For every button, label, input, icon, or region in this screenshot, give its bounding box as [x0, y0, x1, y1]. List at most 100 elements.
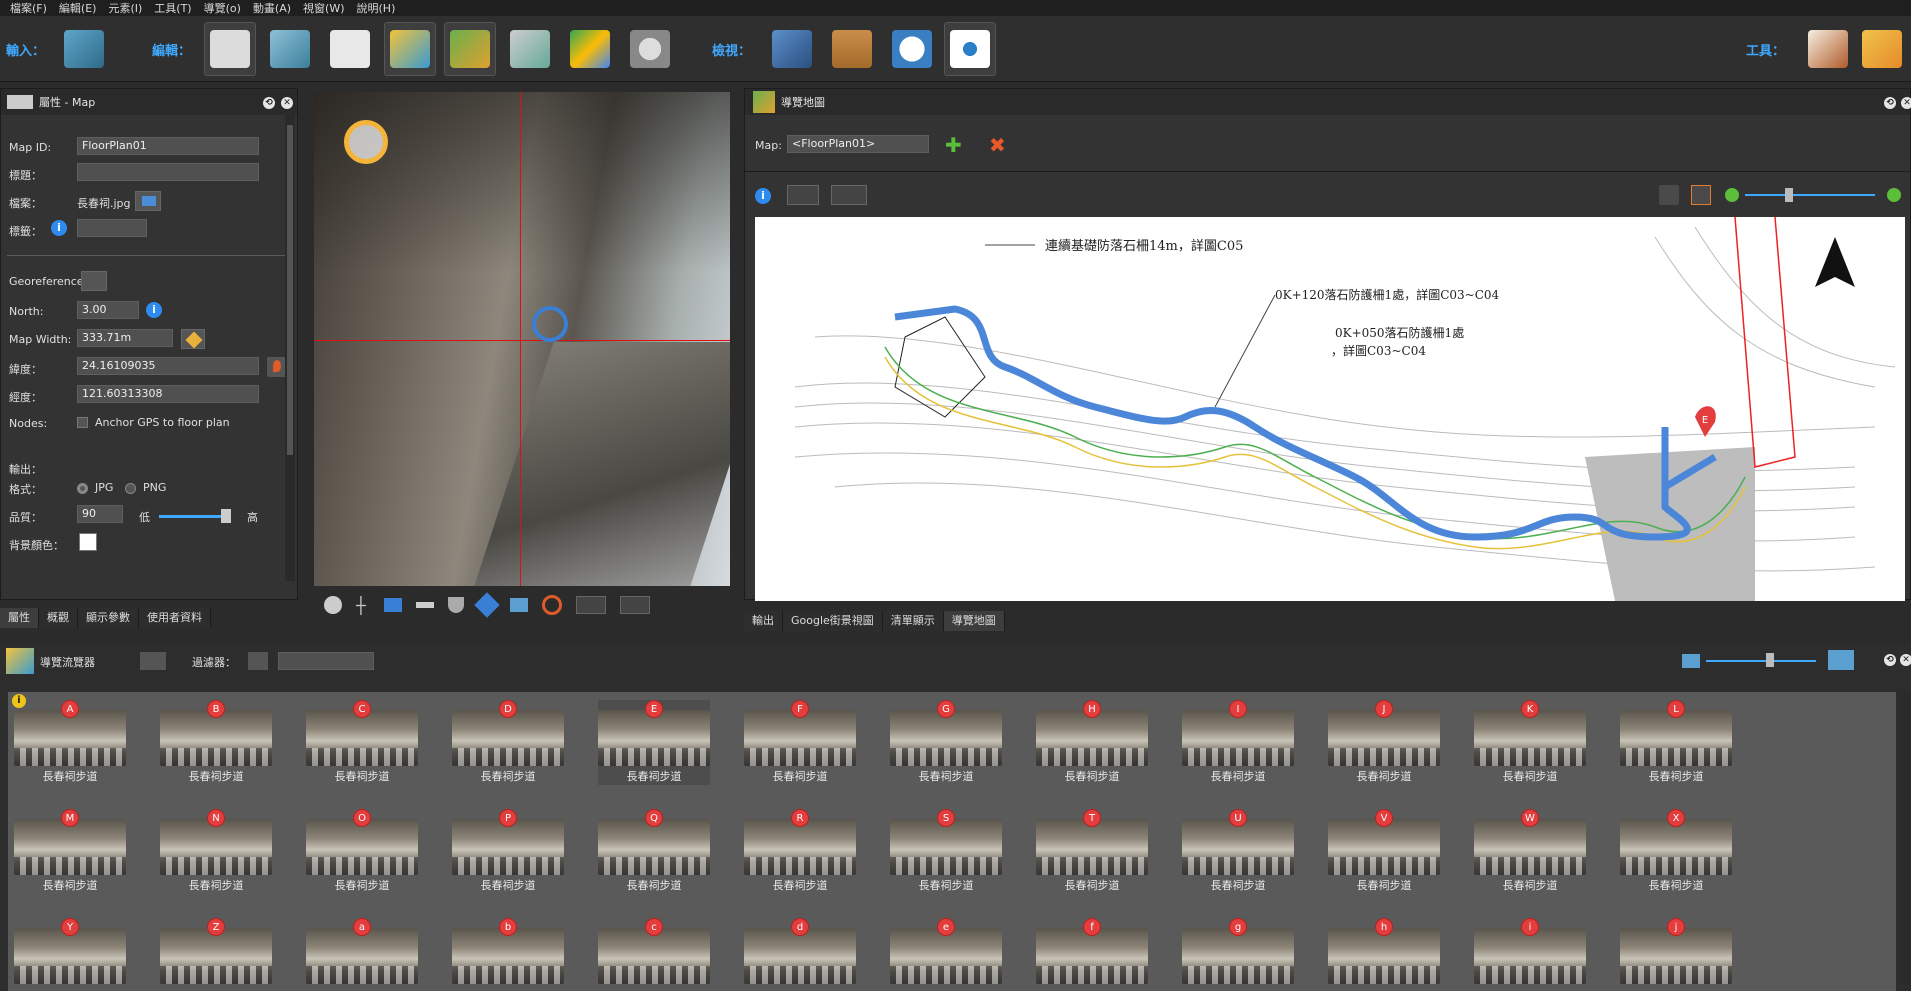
tag-select[interactable] [77, 219, 147, 237]
panorama-thumbnail[interactable]: a [306, 918, 418, 991]
zoom-in-icon[interactable] [1887, 188, 1901, 202]
panorama-thumbnail[interactable]: F 長春祠步道 [744, 700, 856, 785]
location-pin-button[interactable] [267, 357, 287, 377]
pencil-button[interactable] [181, 329, 205, 349]
open-file-button[interactable] [135, 191, 161, 211]
star-button[interactable] [831, 185, 867, 205]
north-info-icon[interactable]: i [146, 302, 162, 318]
panorama-thumbnail[interactable]: X 長春祠步道 [1620, 809, 1732, 894]
tag-info-icon[interactable]: i [51, 220, 67, 236]
map-select[interactable]: <FloorPlan01> [787, 135, 929, 153]
quality-field[interactable]: 90 [77, 505, 123, 523]
menu-item[interactable]: 說明(H) [353, 0, 400, 16]
plus-cross-icon[interactable]: ┼ [356, 596, 370, 615]
tab-overview[interactable]: 概觀 [39, 608, 78, 628]
map-close-icon[interactable]: ✕ [1901, 97, 1911, 109]
tab-tour-map[interactable]: 導覽地圖 [943, 611, 1005, 631]
zoom-slider[interactable] [1745, 194, 1875, 196]
zoom-out-icon[interactable] [1725, 188, 1739, 202]
panorama-thumbnail[interactable]: T 長春祠步道 [1036, 809, 1148, 894]
menu-item[interactable]: 工具(T) [150, 0, 195, 16]
panorama-thumbnail[interactable]: Z [160, 918, 272, 991]
panorama-thumbnail[interactable]: h [1328, 918, 1440, 991]
panorama-thumbnail[interactable]: W 長春祠步道 [1474, 809, 1586, 894]
map-button[interactable] [444, 22, 496, 76]
panorama-thumbnail[interactable]: K 長春祠步道 [1474, 700, 1586, 785]
panorama-thumbnail[interactable]: c [598, 918, 710, 991]
preview-button[interactable] [944, 22, 996, 76]
menu-item[interactable]: 元素(I) [104, 0, 146, 16]
compass-icon[interactable] [324, 596, 342, 614]
panorama-thumbnail[interactable]: j [1620, 918, 1732, 991]
floor-plan-canvas[interactable]: E 連續基礎防落石柵14m，詳圖C05 0K+120落石防護柵1處，詳圖C03~… [755, 217, 1905, 601]
panorama-thumbnail[interactable]: S 長春祠步道 [890, 809, 1002, 894]
menu-item[interactable]: 檔案(F) [6, 0, 51, 16]
tools-map-button[interactable] [1802, 22, 1854, 76]
map-width-field[interactable]: 333.71m [77, 329, 173, 347]
panorama-thumbnail[interactable]: Q 長春祠步道 [598, 809, 710, 894]
panorama-thumbnail[interactable]: I 長春祠步道 [1182, 700, 1294, 785]
background-color-swatch[interactable] [79, 533, 97, 551]
adjust-button[interactable] [204, 22, 256, 76]
jpg-radio[interactable] [77, 483, 88, 494]
map-restore-icon[interactable]: ⟲ [1884, 97, 1896, 109]
panorama-small-icon[interactable] [510, 598, 528, 612]
panorama-thumbnail[interactable]: g [1182, 918, 1294, 991]
fit-screen-button[interactable] [1691, 185, 1711, 205]
panorama-thumbnail[interactable]: C 長春祠步道 [306, 700, 418, 785]
import-panorama-button[interactable] [58, 22, 110, 76]
target-icon[interactable] [542, 595, 562, 615]
user-card-button[interactable] [324, 22, 376, 76]
panorama-thumbnail[interactable]: b [452, 918, 564, 991]
menu-item[interactable]: 導覽(o) [200, 0, 245, 16]
slider-icon[interactable] [416, 602, 434, 608]
panorama-thumbnail[interactable]: f [1036, 918, 1148, 991]
map-info-icon[interactable]: i [755, 188, 771, 204]
tab-output[interactable]: 輸出 [744, 611, 783, 631]
panorama-thumbnail[interactable]: M 長春祠步道 [14, 809, 126, 894]
panorama-edit-button[interactable] [264, 22, 316, 76]
tab-properties[interactable]: 屬性 [0, 608, 39, 628]
panorama-thumbnail[interactable]: D 長春祠步道 [452, 700, 564, 785]
center-target-icon[interactable] [532, 306, 568, 342]
quality-slider-handle[interactable] [221, 509, 231, 523]
panorama-thumbnail[interactable]: A 長春祠步道 [14, 700, 126, 785]
restore-icon[interactable]: ⟲ [263, 97, 275, 109]
panorama-thumbnail[interactable]: U 長春祠步道 [1182, 809, 1294, 894]
properties-scrollbar[interactable] [285, 115, 295, 581]
panorama-thumbnail[interactable]: R 長春祠步道 [744, 809, 856, 894]
longitude-field[interactable]: 121.60313308 [77, 385, 259, 403]
clipboard-button[interactable] [826, 22, 878, 76]
panorama-thumbnail[interactable]: L 長春祠步道 [1620, 700, 1732, 785]
png-radio[interactable] [125, 483, 136, 494]
floorplan-button[interactable] [384, 22, 436, 76]
panorama-thumbnail[interactable]: i [1474, 918, 1586, 991]
hotspot-button[interactable] [504, 22, 556, 76]
caption-field[interactable] [77, 163, 259, 181]
grid-icon[interactable] [384, 598, 402, 612]
link-button[interactable] [787, 185, 819, 205]
tab-display-params[interactable]: 顯示參數 [78, 608, 139, 628]
close-icon[interactable]: ✕ [281, 97, 293, 109]
panorama-thumbnail[interactable]: B 長春祠步道 [160, 700, 272, 785]
panorama-thumbnail[interactable]: N 長春祠步道 [160, 809, 272, 894]
panorama-thumbnail[interactable]: e [890, 918, 1002, 991]
delete-map-icon[interactable]: ✖ [989, 133, 1006, 157]
panorama-thumbnail[interactable]: d [744, 918, 856, 991]
google-maps-button[interactable] [564, 22, 616, 76]
binoculars-button[interactable] [766, 22, 818, 76]
movie-button[interactable] [624, 22, 676, 76]
panorama-thumbnail[interactable]: G 長春祠步道 [890, 700, 1002, 785]
panorama-thumbnail[interactable]: H 長春祠步道 [1036, 700, 1148, 785]
add-map-icon[interactable]: ✚ [945, 133, 962, 157]
tab-google-street-view[interactable]: Google街景視圖 [783, 611, 883, 631]
blue-color-button[interactable] [576, 596, 606, 614]
map-id-field[interactable]: FloorPlan01 [77, 137, 259, 155]
red-color-button[interactable] [620, 596, 650, 614]
panorama-thumbnail[interactable]: P 長春祠步道 [452, 809, 564, 894]
menu-item[interactable]: 視窗(W) [299, 0, 348, 16]
panorama-thumbnail[interactable]: Y [14, 918, 126, 991]
home-target-icon[interactable] [344, 120, 388, 164]
gauge-button[interactable] [886, 22, 938, 76]
tools-publish-button[interactable] [1856, 22, 1908, 76]
